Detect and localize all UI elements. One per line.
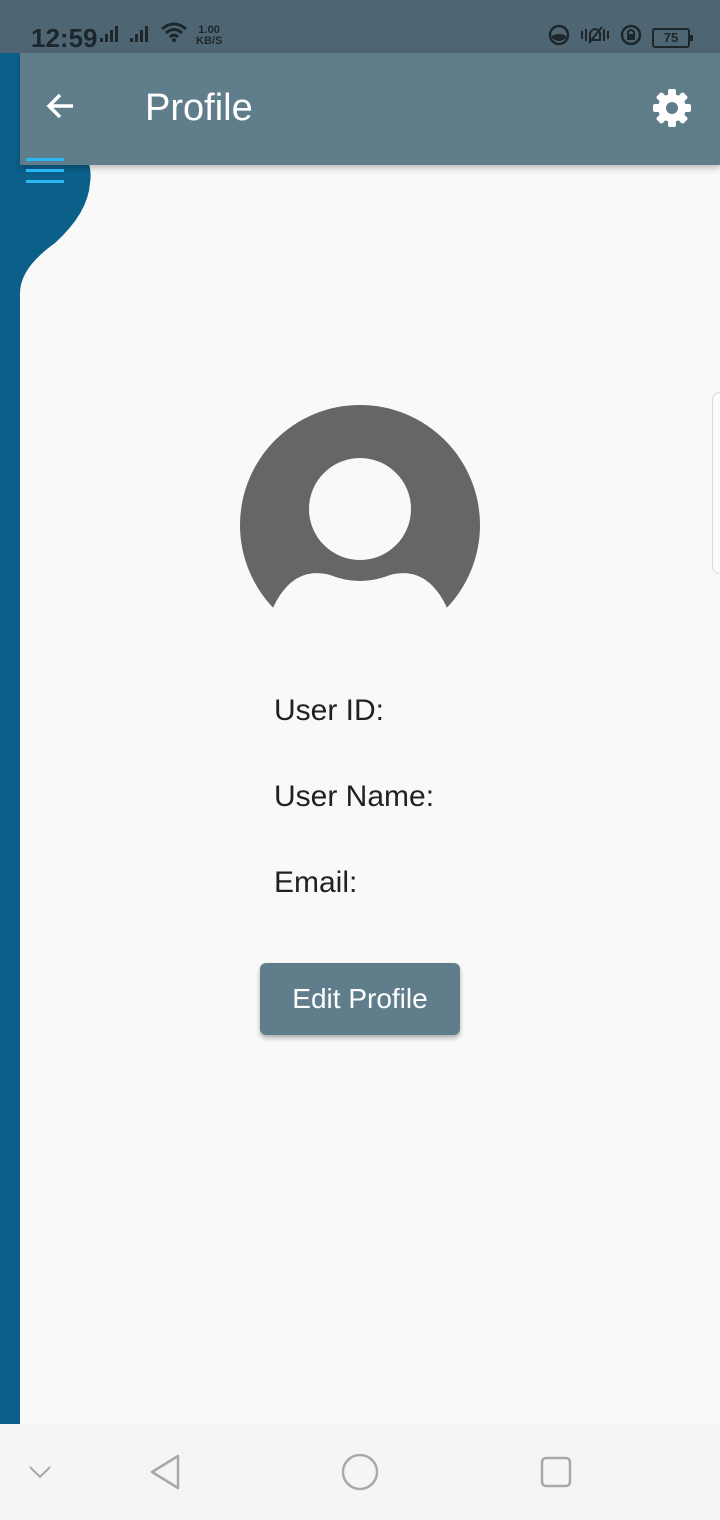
edit-profile-button[interactable]: Edit Profile: [260, 963, 460, 1035]
settings-button[interactable]: [652, 88, 692, 128]
back-triangle-icon[interactable]: [140, 1424, 190, 1520]
account-circle-icon: [240, 405, 480, 645]
net-speed: 1.00 KB/S: [196, 25, 222, 47]
data-saver-icon: [548, 24, 570, 51]
rotation-lock-icon: [620, 24, 642, 51]
signal-icon: [100, 24, 122, 47]
system-nav-bar: [0, 1424, 720, 1520]
drawer-edge[interactable]: [0, 53, 95, 1425]
page-title: Profile: [145, 87, 253, 129]
status-time: 12:59: [31, 23, 98, 53]
battery-icon: 75: [652, 27, 693, 48]
home-circle-icon[interactable]: [336, 1424, 384, 1520]
vibrate-icon: [580, 24, 610, 51]
recents-square-icon[interactable]: [532, 1424, 580, 1520]
chevron-down-icon[interactable]: [20, 1424, 60, 1520]
net-speed-unit: KB/S: [196, 35, 223, 47]
status-icons-right: 75: [548, 24, 693, 51]
wifi-icon: [160, 22, 188, 47]
app-bar: Profile: [20, 53, 720, 165]
user-id-label: User ID:: [274, 694, 385, 727]
status-bar: 12:59 1.00 KB/S 75: [0, 0, 720, 53]
email-label: Email:: [274, 866, 358, 899]
menu-button[interactable]: [26, 157, 64, 185]
signal-icon: [130, 24, 152, 47]
gear-icon: [653, 89, 691, 127]
hamburger-menu-icon: [26, 158, 64, 183]
status-icons-left: 1.00 KB/S: [100, 22, 222, 47]
back-arrow-icon[interactable]: [45, 91, 75, 126]
user-name-label: User Name:: [274, 780, 435, 813]
edge-panel-handle[interactable]: [712, 392, 720, 574]
